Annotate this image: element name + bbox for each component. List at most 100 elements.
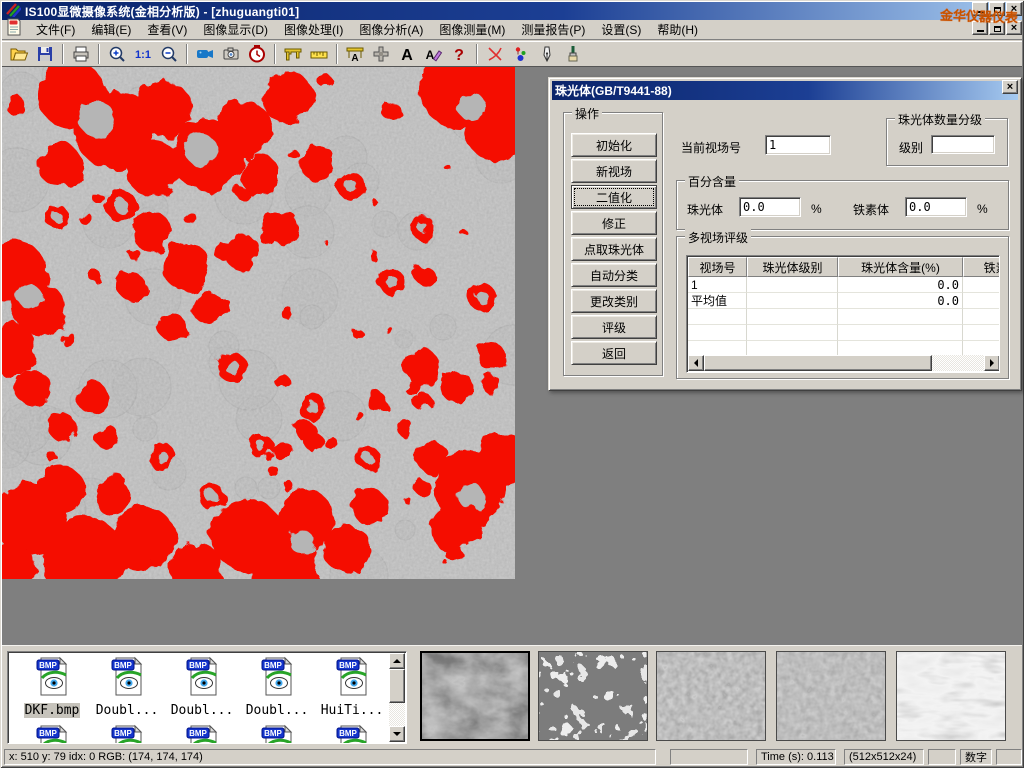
timer-icon[interactable]: [244, 43, 270, 65]
table-row-2[interactable]: 平均值0.0: [688, 293, 1000, 309]
table-row-4[interactable]: [688, 325, 1000, 341]
thumbnail-1[interactable]: [420, 651, 530, 741]
current-view-input[interactable]: [765, 135, 831, 155]
grade-label: 级别: [899, 139, 923, 156]
pearlite-dialog: 珠光体(GB/T9441-88) × 操作 初始化新视场二值化修正点取珠光体自动…: [548, 77, 1022, 391]
file-item-Doubl...[interactable]: BMP: [91, 724, 163, 744]
ruler-icon[interactable]: [306, 43, 332, 65]
file-list[interactable]: BMPDKF.bmpBMPBMPDoubl...BMPBMPDoubl...BM…: [7, 651, 407, 744]
table-header-4: 铁素体含量(%): [963, 257, 1000, 277]
menu-item-7[interactable]: 图像测量(M): [431, 21, 513, 39]
dialog-titlebar[interactable]: 珠光体(GB/T9441-88): [552, 81, 1018, 100]
toolbar-separator: [186, 44, 188, 64]
title-bar[interactable]: IS100显微摄像系统(金相分析版) - [zhuguangti01]: [2, 2, 1022, 20]
table-cell: [963, 277, 1000, 293]
metallograph-image[interactable]: [2, 67, 515, 579]
svg-text:A: A: [351, 53, 358, 64]
menu-item-4[interactable]: 图像显示(D): [195, 21, 276, 39]
thumbnail-2[interactable]: [538, 651, 648, 741]
scroll-down-button[interactable]: [389, 726, 405, 742]
color-picker-icon[interactable]: [534, 43, 560, 65]
op-button-1[interactable]: 初始化: [571, 133, 657, 157]
op-button-3[interactable]: 二值化: [571, 185, 657, 209]
op-button-5[interactable]: 点取珠光体: [571, 237, 657, 261]
svg-text:1:1: 1:1: [135, 49, 151, 61]
toolbar: 1:1AAA?: [2, 41, 1022, 66]
scrollbar-thumb[interactable]: [389, 669, 405, 703]
scroll-right-button[interactable]: [984, 355, 1000, 371]
op-button-4[interactable]: 修正: [571, 211, 657, 235]
camera-icon[interactable]: [218, 43, 244, 65]
menu-item-8[interactable]: 测量报告(P): [513, 21, 593, 39]
caliper-icon[interactable]: [280, 43, 306, 65]
table-cell: 1: [688, 277, 747, 293]
scroll-up-button[interactable]: [389, 653, 405, 669]
op-button-8[interactable]: 评级: [571, 315, 657, 339]
minimize-button[interactable]: [972, 2, 988, 16]
save-icon[interactable]: [32, 43, 58, 65]
op-button-9[interactable]: 返回: [571, 341, 657, 365]
text-icon[interactable]: A: [394, 43, 420, 65]
table-row-3[interactable]: [688, 309, 1000, 325]
file-item-Doubl...[interactable]: BMP: [166, 724, 238, 744]
up-arrow-icon: [393, 659, 401, 663]
menu-item-10[interactable]: 帮助(H): [649, 21, 706, 39]
op-button-2[interactable]: 新视场: [571, 159, 657, 183]
actual-size-icon[interactable]: 1:1: [130, 43, 156, 65]
file-item-Doubl...[interactable]: BMP: [241, 724, 313, 744]
restore-button[interactable]: [989, 2, 1005, 16]
file-item-Doubl...[interactable]: BMPDoubl...: [241, 656, 313, 719]
close-button[interactable]: ×: [1006, 2, 1022, 16]
thumbnail-4[interactable]: [776, 651, 886, 741]
file-item-Doubl...[interactable]: BMPDoubl...: [166, 656, 238, 719]
brush-icon[interactable]: [560, 43, 586, 65]
particles-icon[interactable]: [508, 43, 534, 65]
menu-item-3[interactable]: 查看(V): [139, 21, 195, 39]
menu-item-2[interactable]: 编辑(E): [83, 21, 139, 39]
menu-item-6[interactable]: 图像分析(A): [351, 21, 431, 39]
file-item-HuiTi...[interactable]: BMPHuiTi...: [316, 656, 388, 719]
file-item-DKF.bmp[interactable]: BMPDKF.bmp: [16, 656, 88, 719]
thumbnail-5[interactable]: [896, 651, 1006, 741]
multi-view-table[interactable]: 视场号珠光体级别珠光体含量(%)铁素体含量(%)10.0平均值0.0: [686, 255, 1000, 373]
table-cell: [963, 309, 1000, 325]
table-horizontal-scrollbar[interactable]: [688, 355, 1000, 371]
file-item-Doubl...[interactable]: BMPDoubl...: [91, 656, 163, 719]
op-button-7[interactable]: 更改类别: [571, 289, 657, 313]
child-close-button[interactable]: ×: [1006, 21, 1022, 35]
curve-tool-icon[interactable]: [482, 43, 508, 65]
scrollbar-thumb[interactable]: [704, 355, 932, 371]
svg-text:A: A: [426, 48, 435, 62]
menu-item-1[interactable]: 文件(F): [28, 21, 83, 39]
open-icon[interactable]: [6, 43, 32, 65]
file-item-HuiTi...[interactable]: BMP: [316, 724, 388, 744]
measure-text-icon[interactable]: A: [342, 43, 368, 65]
file-list-scrollbar[interactable]: [389, 653, 405, 742]
video-camera-icon[interactable]: [192, 43, 218, 65]
child-minimize-button[interactable]: [972, 21, 988, 35]
menu-item-9[interactable]: 设置(S): [593, 21, 649, 39]
zoom-in-icon[interactable]: [104, 43, 130, 65]
print-icon[interactable]: [68, 43, 94, 65]
op-button-6[interactable]: 自动分类: [571, 263, 657, 287]
menu-item-5[interactable]: 图像处理(I): [276, 21, 351, 39]
scrollbar-track[interactable]: [932, 355, 984, 371]
grid-tool-icon[interactable]: [368, 43, 394, 65]
svg-text:?: ?: [454, 47, 464, 64]
pearlite-percent-input[interactable]: [739, 197, 801, 217]
toolbar-separator: [274, 44, 276, 64]
scrollbar-track[interactable]: [389, 703, 405, 726]
zoom-out-icon[interactable]: [156, 43, 182, 65]
thumbnail-3[interactable]: [656, 651, 766, 741]
dialog-close-button[interactable]: ×: [1002, 80, 1018, 94]
child-restore-button[interactable]: [989, 21, 1005, 35]
help-icon[interactable]: ?: [446, 43, 472, 65]
table-row-1[interactable]: 10.0: [688, 277, 1000, 293]
svg-text:BMP: BMP: [114, 661, 132, 670]
grade-input[interactable]: [931, 135, 995, 154]
scroll-left-button[interactable]: [688, 355, 704, 371]
status-panel-empty-1: [670, 749, 748, 765]
file-item-DKF.bmp[interactable]: BMP: [16, 724, 88, 744]
ferrite-percent-input[interactable]: [905, 197, 967, 217]
annotate-icon[interactable]: A: [420, 43, 446, 65]
